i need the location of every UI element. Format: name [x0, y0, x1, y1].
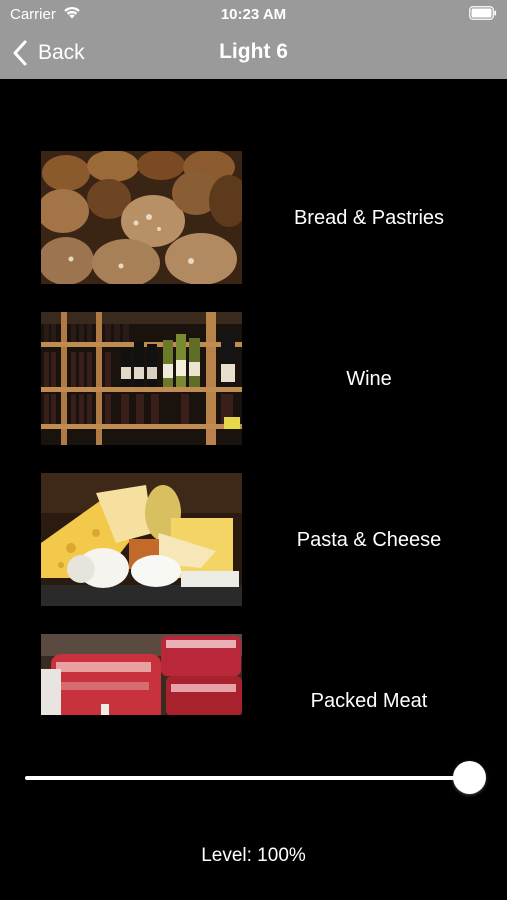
list-item-meat[interactable]: Packed Meat: [0, 562, 507, 715]
slider-track[interactable]: [25, 776, 469, 780]
list-item-label: Bread & Pastries: [293, 207, 445, 229]
category-list: Bread & Pastries Wine Pasta & Cheese Pac…: [0, 79, 507, 715]
list-item-label: Pasta & Cheese: [296, 529, 442, 551]
list-item-cheese[interactable]: Pasta & Cheese: [0, 401, 507, 606]
top-bar: Carrier 10:23 AM Back Light 6: [0, 0, 507, 79]
list-item-bread[interactable]: Bread & Pastries: [0, 79, 507, 284]
navigation-bar: Back Light 6: [0, 28, 507, 79]
list-item-label: Packed Meat: [310, 690, 428, 712]
slider-thumb[interactable]: [452, 761, 486, 794]
list-item-label: Wine: [346, 368, 392, 390]
page-title: Light 6: [219, 40, 288, 63]
battery-icon: [469, 6, 497, 20]
status-bar: Carrier 10:23 AM: [0, 0, 507, 28]
list-item-wine[interactable]: Wine: [0, 240, 507, 445]
meat-image: [41, 634, 242, 715]
status-time: 10:23 AM: [220, 6, 287, 23]
level-slider[interactable]: [25, 760, 486, 796]
level-label: Level: 100%: [201, 845, 306, 866]
